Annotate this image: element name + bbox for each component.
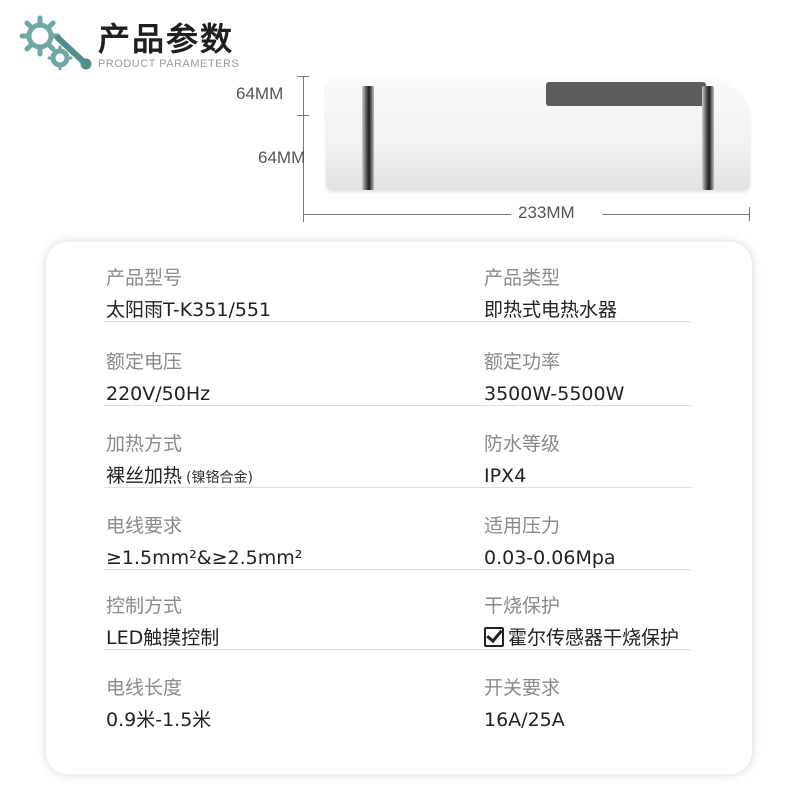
chrome-trim-left — [362, 86, 374, 190]
dimension-tick-right — [749, 207, 750, 221]
chrome-trim-right — [702, 86, 714, 190]
row-divider — [104, 649, 692, 650]
row-divider — [104, 405, 692, 406]
spec-item: 防水等级 IPX4 — [484, 432, 560, 488]
spec-item: 产品型号 太阳雨T-K351/551 — [106, 266, 271, 322]
product-diagram: 64MM 64MM 233MM — [0, 70, 800, 240]
spec-value: 220V/50Hz — [106, 383, 211, 405]
row-divider — [104, 487, 692, 488]
width-label: 233MM — [518, 203, 575, 222]
width-dimension-line-left — [303, 214, 511, 215]
spec-item: 适用压力 0.03-0.06Mpa — [484, 514, 616, 570]
spec-item: 开关要求 16A/25A — [484, 676, 565, 732]
spec-row: 加热方式 裸丝加热 (镍铬合金) 防水等级 IPX4 — [46, 408, 752, 488]
gears-wrench-icon — [19, 15, 92, 71]
spec-label: 电线长度 — [106, 677, 183, 699]
width-dimension-line-right — [602, 214, 750, 215]
spec-value: IPX4 — [484, 465, 527, 487]
spec-row: 额定电压 220V/50Hz 额定功率 3500W-5500W — [46, 326, 752, 406]
spec-label: 控制方式 — [106, 595, 183, 617]
control-panel — [546, 82, 706, 106]
water-heater-image — [326, 78, 750, 190]
spec-value: 16A/25A — [484, 709, 565, 731]
height-label-side: 64MM — [258, 148, 306, 167]
spec-item: 电线长度 0.9米-1.5米 — [106, 676, 211, 732]
spec-item: 控制方式 LED触摸控制 — [106, 594, 219, 650]
spec-value: 即热式电热水器 — [484, 299, 618, 321]
height-label-top: 64MM — [236, 84, 284, 103]
spec-value: 0.03-0.06Mpa — [484, 547, 616, 569]
spec-label: 适用压力 — [484, 515, 561, 537]
spec-label: 产品类型 — [484, 267, 561, 289]
page-title: 产品参数 — [98, 20, 235, 58]
spec-label: 加热方式 — [106, 433, 183, 455]
spec-value: LED触摸控制 — [106, 627, 220, 649]
spec-item: 电线要求 ≥1.5mm²&≥2.5mm² — [106, 514, 302, 570]
spec-value: 0.9米-1.5米 — [106, 709, 212, 731]
spec-item: 干烧保护 霍尔传感器干烧保护 — [484, 594, 679, 650]
spec-note: (镍铬合金) — [186, 470, 253, 486]
spec-label: 电线要求 — [106, 515, 183, 537]
page-subtitle: PRODUCT PARAMETERS — [98, 58, 240, 70]
spec-row: 电线要求 ≥1.5mm²&≥2.5mm² 适用压力 0.03-0.06Mpa — [46, 490, 752, 570]
checkbox-checked-icon — [484, 627, 504, 647]
spec-item: 产品类型 即热式电热水器 — [484, 266, 617, 322]
spec-item: 额定功率 3500W-5500W — [484, 350, 624, 406]
dimension-tick-mid — [297, 115, 309, 116]
spec-value: 裸丝加热 — [106, 465, 183, 487]
spec-value: 3500W-5500W — [484, 383, 625, 405]
spec-item: 额定电压 220V/50Hz — [106, 350, 210, 406]
spec-label: 额定电压 — [106, 351, 183, 373]
row-divider — [104, 321, 692, 322]
spec-row: 电线长度 0.9米-1.5米 开关要求 16A/25A — [46, 652, 752, 732]
spec-value-wrap: 霍尔传感器干烧保护 — [484, 626, 679, 650]
spec-label: 开关要求 — [484, 677, 561, 699]
spec-item: 加热方式 裸丝加热 (镍铬合金) — [106, 432, 253, 490]
spec-label: 干烧保护 — [484, 595, 561, 617]
spec-label: 防水等级 — [484, 433, 561, 455]
spec-row: 控制方式 LED触摸控制 干烧保护 霍尔传感器干烧保护 — [46, 570, 752, 650]
header: 产品参数 PRODUCT PARAMETERS — [0, 0, 800, 80]
spec-value: ≥1.5mm²&≥2.5mm² — [106, 547, 303, 569]
spec-row: 产品型号 太阳雨T-K351/551 产品类型 即热式电热水器 — [46, 242, 752, 322]
spec-value: 霍尔传感器干烧保护 — [508, 627, 680, 649]
spec-label: 产品型号 — [106, 267, 183, 289]
spec-value: 太阳雨T-K351/551 — [106, 299, 272, 321]
spec-label: 额定功率 — [484, 351, 561, 373]
dimension-tick-top — [297, 76, 309, 77]
spec-card: 产品型号 太阳雨T-K351/551 产品类型 即热式电热水器 额定电压 220… — [46, 242, 752, 774]
